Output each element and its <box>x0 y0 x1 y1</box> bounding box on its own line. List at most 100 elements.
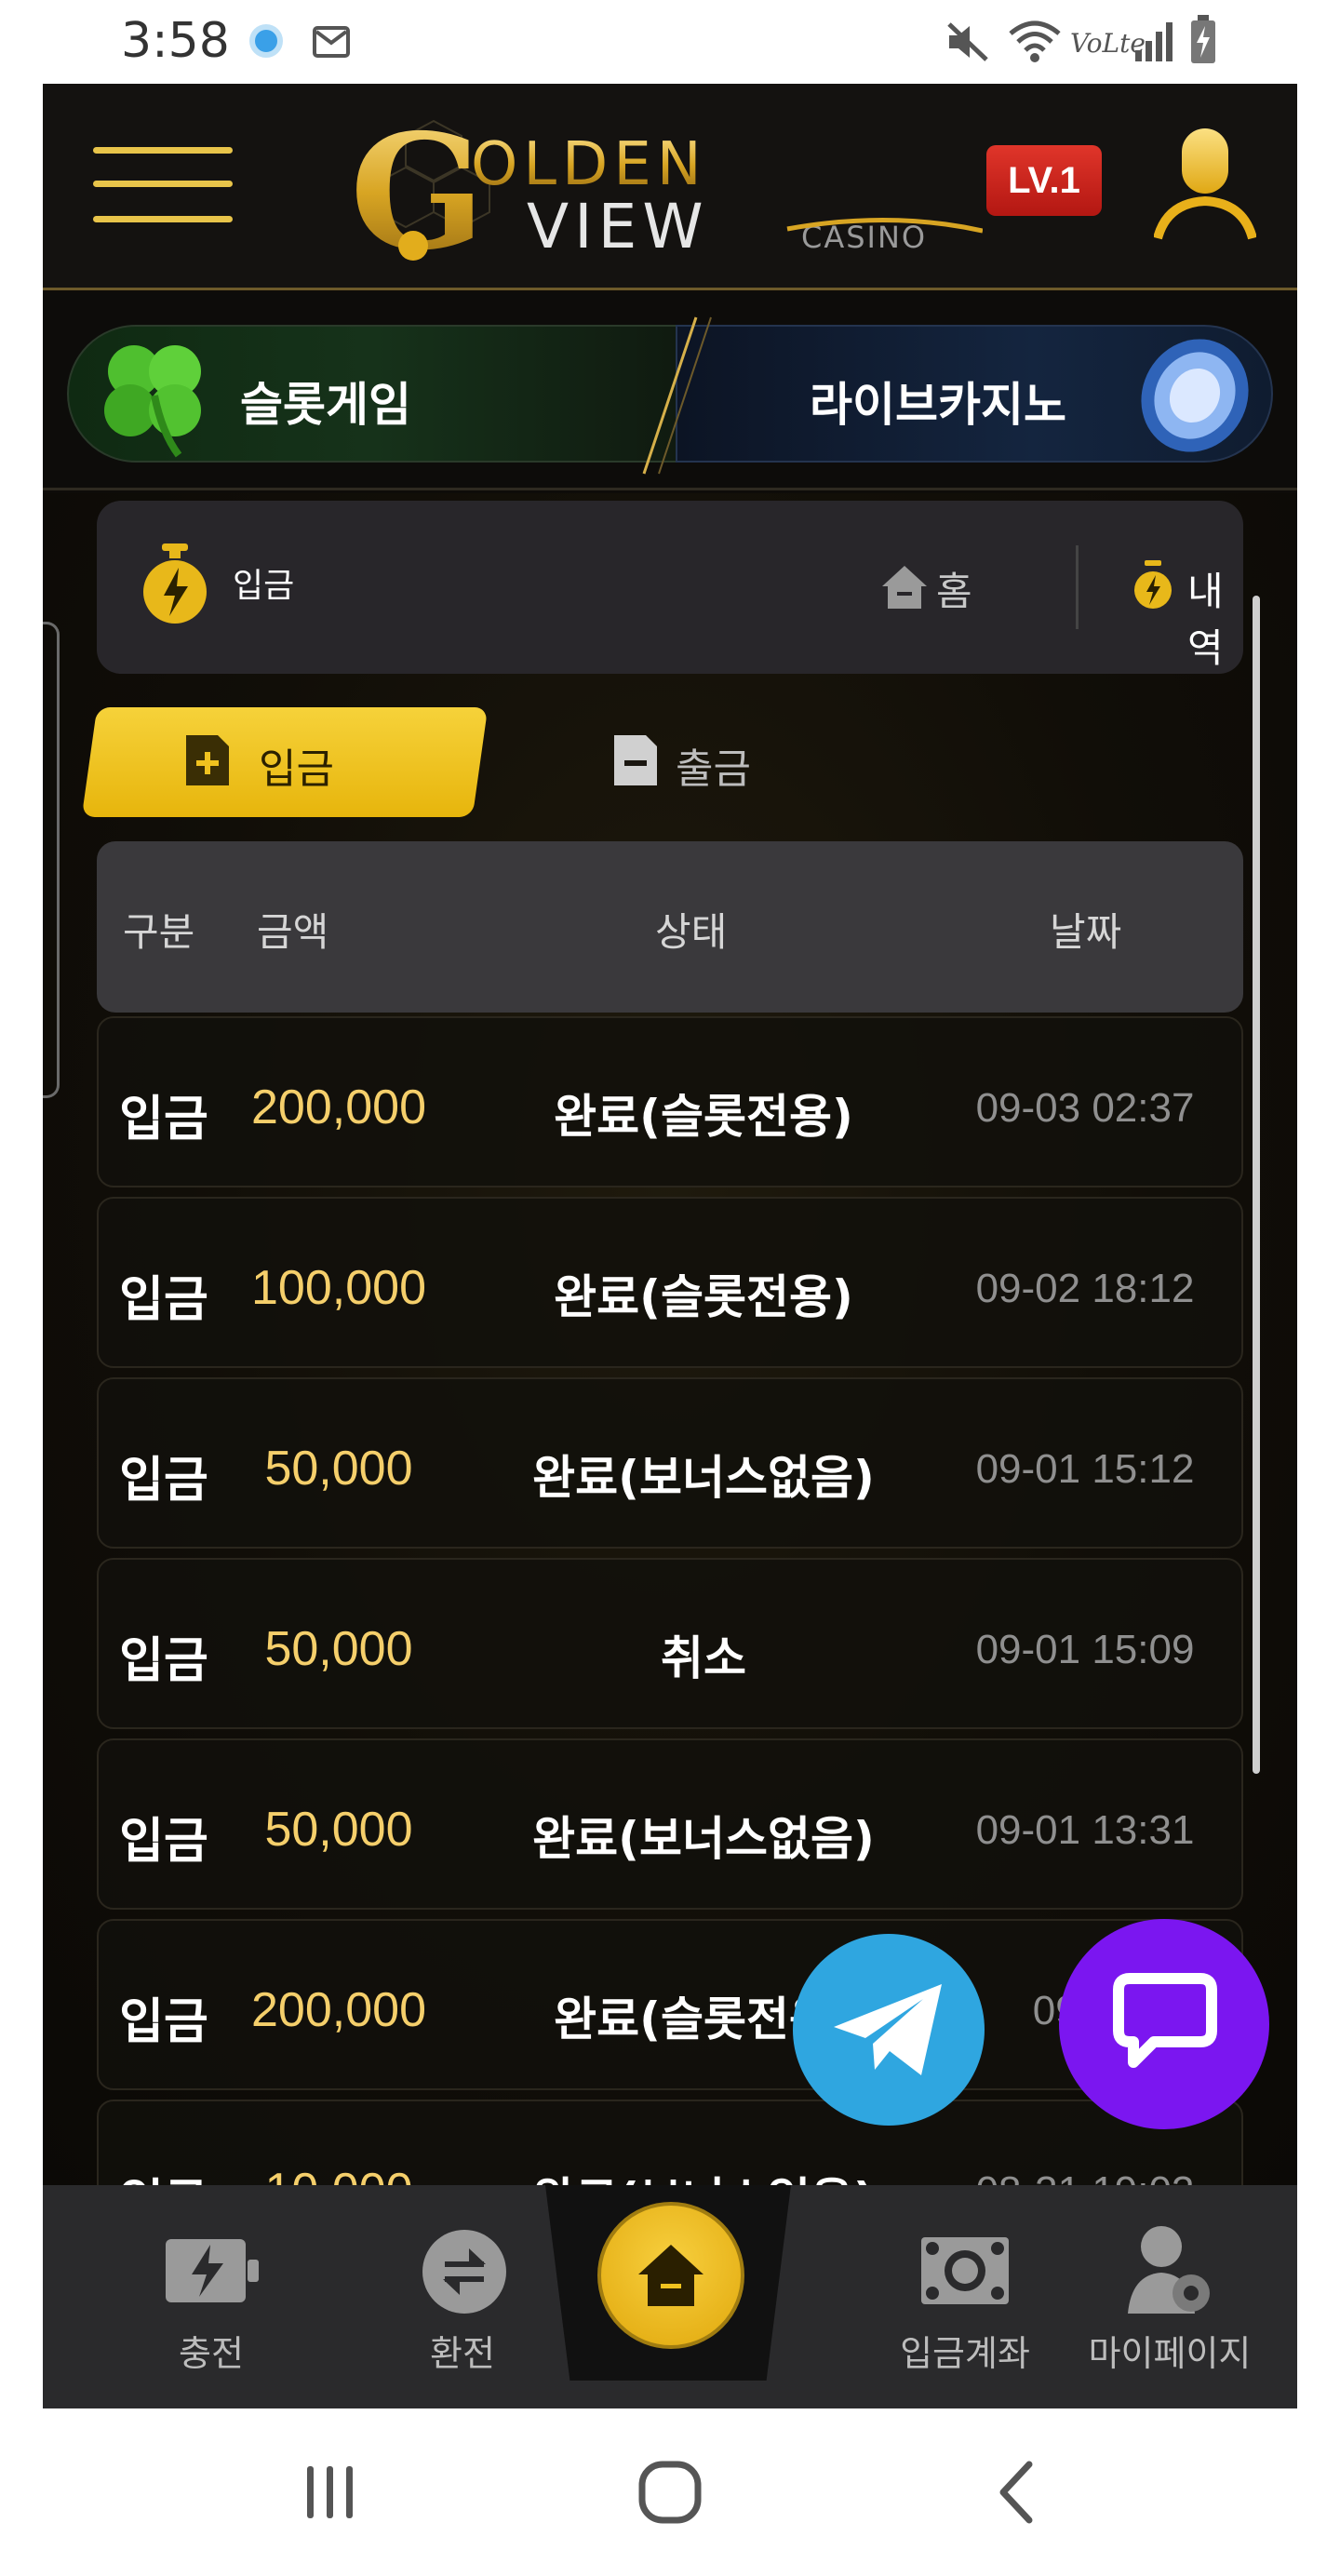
clover-icon <box>104 345 201 458</box>
signal-icon <box>1135 22 1172 61</box>
app-header: G OLDEN VIEW CASINO LV.1 <box>43 84 1297 290</box>
breadcrumb-separator <box>1076 545 1079 629</box>
system-navigation-bar <box>43 2408 1297 2576</box>
mute-icon <box>947 22 988 61</box>
cell-date: 09-01 15:12 <box>975 1446 1195 1492</box>
column-header-amount: 금액 <box>257 909 329 955</box>
nav-deposit-account-label: 입금계좌 <box>900 2333 1030 2374</box>
cell-amount: 50,000 <box>264 1442 413 1496</box>
nav-exchange-label: 환전 <box>430 2333 495 2374</box>
tab-deposit[interactable]: 입금 <box>81 707 489 817</box>
table-row[interactable]: 입금 50,000 완료(보너스없음) 09-01 15:12 <box>97 1377 1243 1549</box>
phone-screen: 3:58 VoLte G OLDEN VIEW CASINO LV.1 슬롯게임… <box>43 0 1297 2576</box>
user-settings-icon <box>1128 2226 1210 2314</box>
game-category-bar: 슬롯게임 라이브카지노 <box>43 293 1297 490</box>
table-row[interactable]: 입금 10,000 완료(보너스없음) 08-31 19:03 <box>97 2100 1243 2185</box>
cell-status: 완료(보너스없음) <box>532 1812 875 1866</box>
cell-amount: 50,000 <box>264 1803 413 1857</box>
cell-amount: 50,000 <box>264 1622 413 1676</box>
file-plus-icon <box>186 735 229 785</box>
nav-deposit-account[interactable]: 입금계좌 <box>858 2185 1072 2408</box>
page-title: 입금 <box>233 567 295 605</box>
nav-mypage[interactable]: 마이페이지 <box>1063 2185 1277 2408</box>
deposit-account-icon <box>921 2237 1009 2304</box>
cell-type: 입금 <box>119 1633 208 1689</box>
status-bar: 3:58 VoLte <box>43 0 1297 84</box>
breadcrumb: 입금 홈 내역 <box>97 501 1243 674</box>
game-divider <box>642 316 712 475</box>
telegram-icon <box>834 1984 942 2075</box>
cell-date: 09-01 13:31 <box>975 1807 1195 1853</box>
app-container: G OLDEN VIEW CASINO LV.1 슬롯게임 라이브카지노 입금 … <box>43 84 1297 2408</box>
telegram-button[interactable] <box>793 1934 985 2126</box>
cell-type: 입금 <box>99 2163 229 2185</box>
cell-status: 완료(보너스없음) <box>532 1451 875 1505</box>
mail-notification-icon <box>313 26 350 58</box>
home-circle-icon[interactable] <box>633 2455 707 2529</box>
tab-deposit-label: 입금 <box>259 745 334 793</box>
status-time: 3:58 <box>121 13 230 69</box>
history-stopwatch-icon <box>1134 560 1172 609</box>
svg-text:VIEW: VIEW <box>527 191 709 262</box>
table-row[interactable]: 입금 50,000 완료(보너스없음) 09-01 13:31 <box>97 1738 1243 1910</box>
table-row[interactable]: 입금 50,000 취소 09-01 15:09 <box>97 1558 1243 1729</box>
recent-apps-icon[interactable] <box>292 2455 367 2529</box>
column-header-date: 날짜 <box>1050 909 1122 955</box>
cell-status: 완료(슬롯전용) <box>554 1270 853 1324</box>
cell-type: 입금 <box>119 1453 208 1509</box>
slot-game-label: 슬롯게임 <box>240 378 411 432</box>
casino-chip-icon <box>1141 339 1249 452</box>
side-drawer-handle[interactable] <box>43 622 60 1098</box>
charge-battery-icon <box>166 2239 259 2302</box>
cell-amount: 200,000 <box>251 1983 426 2037</box>
table-row[interactable]: 입금 200,000 완료(슬롯전용) 09-03 02:37 <box>97 1016 1243 1187</box>
table-header: 구분 금액 상태 날짜 <box>97 841 1243 1013</box>
cell-type: 입금 <box>119 1994 208 2050</box>
live-casino-label: 라이브카지노 <box>810 378 1066 432</box>
level-badge: LV.1 <box>986 145 1102 216</box>
live-casino-button[interactable]: 라이브카지노 <box>676 325 1273 463</box>
column-header-type: 구분 <box>123 909 195 955</box>
cell-status: 완료(슬롯전용) <box>554 1090 853 1144</box>
cell-status: 취소 <box>661 1631 746 1685</box>
nav-charge-label: 충전 <box>179 2333 244 2374</box>
cell-date: 09-03 02:37 <box>975 1085 1195 1131</box>
cell-amount: 10,000 <box>229 2163 449 2185</box>
battery-charging-icon <box>1191 15 1215 63</box>
file-minus-icon <box>614 735 657 785</box>
chat-bubble-icon <box>1113 1973 1217 2068</box>
cell-type: 입금 <box>119 1814 208 1870</box>
deposit-history-content: 입금 홈 내역 입금 출금 구분 금액 상태 날짜 입금 200,000 완료(… <box>43 493 1297 2185</box>
tab-withdraw-label: 출금 <box>676 745 751 793</box>
breadcrumb-home[interactable]: 홈 <box>936 560 972 617</box>
stopwatch-icon <box>143 543 207 624</box>
wifi-icon <box>1009 20 1061 62</box>
slot-game-button[interactable]: 슬롯게임 <box>67 325 681 463</box>
scrollbar[interactable] <box>1253 596 1260 1774</box>
golden-view-casino-logo[interactable]: G OLDEN VIEW CASINO <box>350 100 984 286</box>
nav-home-button[interactable] <box>597 2202 744 2349</box>
cell-amount: 100,000 <box>251 1261 426 1315</box>
nav-charge[interactable]: 충전 <box>104 2185 318 2408</box>
cell-amount: 200,000 <box>251 1080 426 1134</box>
nav-exchange[interactable]: 환전 <box>355 2185 570 2408</box>
cell-type: 입금 <box>119 1272 208 1328</box>
user-profile-icon[interactable] <box>1154 128 1256 240</box>
cell-date: 08-31 19:03 <box>945 2168 1225 2185</box>
column-header-status: 상태 <box>655 909 728 955</box>
breadcrumb-history[interactable]: 내역 <box>1187 560 1243 674</box>
nav-mypage-label: 마이페이지 <box>1088 2333 1252 2374</box>
exchange-icon <box>422 2230 506 2314</box>
bottom-navigation: 충전 환전 입금계좌 마이페이지 <box>43 2185 1297 2408</box>
svg-text:OLDEN: OLDEN <box>471 130 707 199</box>
home-icon[interactable] <box>880 562 929 610</box>
live-chat-button[interactable] <box>1059 1919 1269 2129</box>
settings-notification-icon <box>249 24 283 58</box>
back-icon[interactable] <box>981 2455 1055 2529</box>
table-row[interactable]: 입금 100,000 완료(슬롯전용) 09-02 18:12 <box>97 1197 1243 1368</box>
tab-withdraw[interactable]: 출금 <box>583 707 862 817</box>
cell-status: 완료(보너스없음) <box>462 2163 945 2185</box>
home-icon <box>638 2245 704 2306</box>
cell-date: 09-02 18:12 <box>975 1266 1195 1311</box>
menu-icon[interactable] <box>93 138 233 231</box>
